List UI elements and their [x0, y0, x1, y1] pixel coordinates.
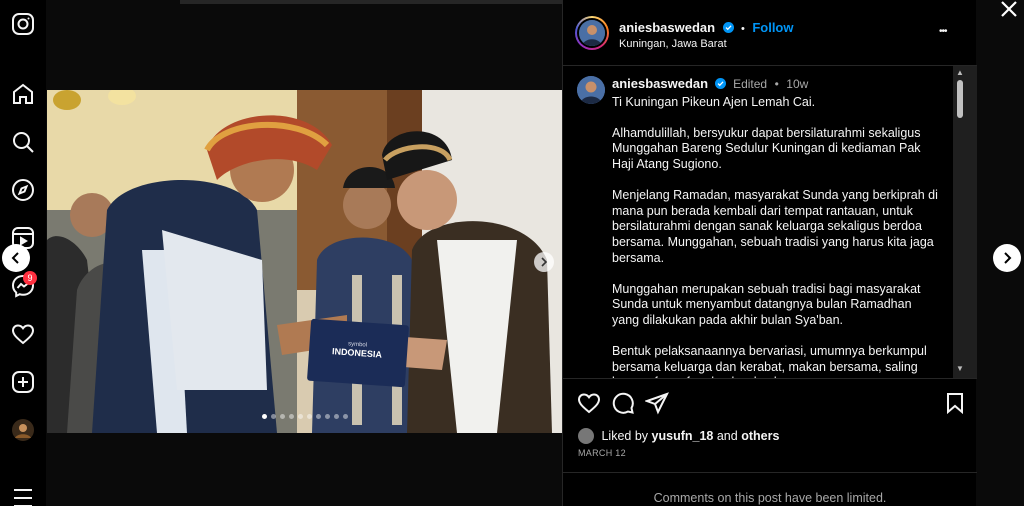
scroll-up-icon[interactable]: ▲: [955, 68, 965, 78]
verified-badge-icon: [714, 78, 726, 89]
notification-badge: 9: [23, 271, 37, 285]
caption-username[interactable]: aniesbaswedan: [612, 76, 708, 91]
explore-icon[interactable]: [11, 178, 35, 202]
carousel-indicators: [47, 414, 562, 419]
post-age[interactable]: 10w: [786, 77, 808, 91]
more-options-icon[interactable]: •••: [939, 26, 947, 37]
close-button[interactable]: [998, 0, 1020, 20]
meta-separator: •: [774, 77, 779, 91]
post-date[interactable]: MARCH 12: [578, 448, 626, 458]
scroll-down-icon[interactable]: ▼: [955, 364, 965, 374]
follow-button[interactable]: Follow: [752, 20, 793, 35]
carousel-dot: [342, 414, 348, 419]
heart-icon[interactable]: [11, 322, 35, 346]
home-icon[interactable]: [11, 82, 35, 106]
comments-limited-notice: Comments on this post have been limited.: [563, 472, 977, 506]
profile-avatar-icon[interactable]: [11, 418, 35, 442]
post-header: aniesbaswedan • Follow Kuningan, Jawa Ba…: [563, 0, 977, 66]
media-next-button[interactable]: [534, 252, 554, 272]
chevron-left-icon: [11, 252, 19, 264]
previous-post-button[interactable]: [2, 244, 30, 272]
liked-by-prefix: Liked by: [601, 429, 649, 443]
liker-username[interactable]: yusufn_18: [652, 429, 714, 443]
close-icon: [1001, 1, 1017, 17]
carousel-dot: [333, 414, 339, 419]
edited-label: Edited: [733, 77, 768, 91]
liker-avatar: [578, 428, 594, 444]
caption-paragraph: Bentuk pelaksanaannya bervariasi, umumny…: [612, 344, 927, 378]
share-icon[interactable]: [644, 391, 669, 415]
caption-paragraph: Menjelang Ramadan, masyarakat Sunda yang…: [612, 188, 938, 265]
verified-badge-icon: [722, 22, 734, 33]
scrollbar-thumb[interactable]: [957, 80, 963, 118]
author-username[interactable]: aniesbaswedan: [619, 20, 715, 35]
post-details-panel: aniesbaswedan • Follow Kuningan, Jawa Ba…: [562, 0, 977, 506]
carousel-dot: [270, 414, 276, 419]
chevron-right-icon: [1004, 252, 1012, 264]
liked-by-joiner: and: [716, 429, 738, 443]
like-heart-icon[interactable]: [577, 391, 601, 415]
comment-icon[interactable]: [611, 391, 635, 415]
caption-paragraph: Alhamdulillah, bersyukur dapat bersilatu…: [612, 125, 921, 171]
likes-summary[interactable]: Liked by yusufn_18 and others: [578, 428, 779, 444]
next-post-button[interactable]: [993, 244, 1021, 272]
caption-section: aniesbaswedan Edited • 10w Ti Kuningan P…: [563, 66, 977, 378]
carousel-dot: [279, 414, 285, 419]
caption-scrollbar[interactable]: ▲ ▼: [953, 66, 977, 378]
post-image[interactable]: symbol INDONESIA: [47, 90, 562, 433]
chevron-right-icon: [541, 257, 548, 267]
liked-by-others[interactable]: others: [741, 429, 779, 443]
carousel-dot: [297, 414, 303, 419]
carousel-dot: [306, 414, 312, 419]
header-separator: •: [741, 23, 745, 35]
post-location[interactable]: Kuningan, Jawa Barat: [619, 38, 727, 50]
carousel-dot: [288, 414, 294, 419]
caption-paragraph: Munggahan merupakan sebuah tradisi bagi …: [612, 281, 921, 327]
caption-paragraph: Ti Kuningan Pikeun Ajen Lemah Cai.: [612, 94, 816, 109]
carousel-dot: [315, 414, 321, 419]
menu-icon[interactable]: [11, 486, 35, 506]
search-icon[interactable]: [11, 130, 35, 154]
carousel-dot: [261, 414, 267, 419]
create-icon[interactable]: [11, 370, 35, 394]
author-avatar[interactable]: [575, 16, 609, 50]
carousel-dot: [324, 414, 330, 419]
caption-author-avatar[interactable]: [577, 76, 605, 104]
instagram-icon[interactable]: [11, 12, 35, 36]
post-actions: [563, 378, 977, 424]
save-bookmark-icon[interactable]: [943, 391, 967, 415]
